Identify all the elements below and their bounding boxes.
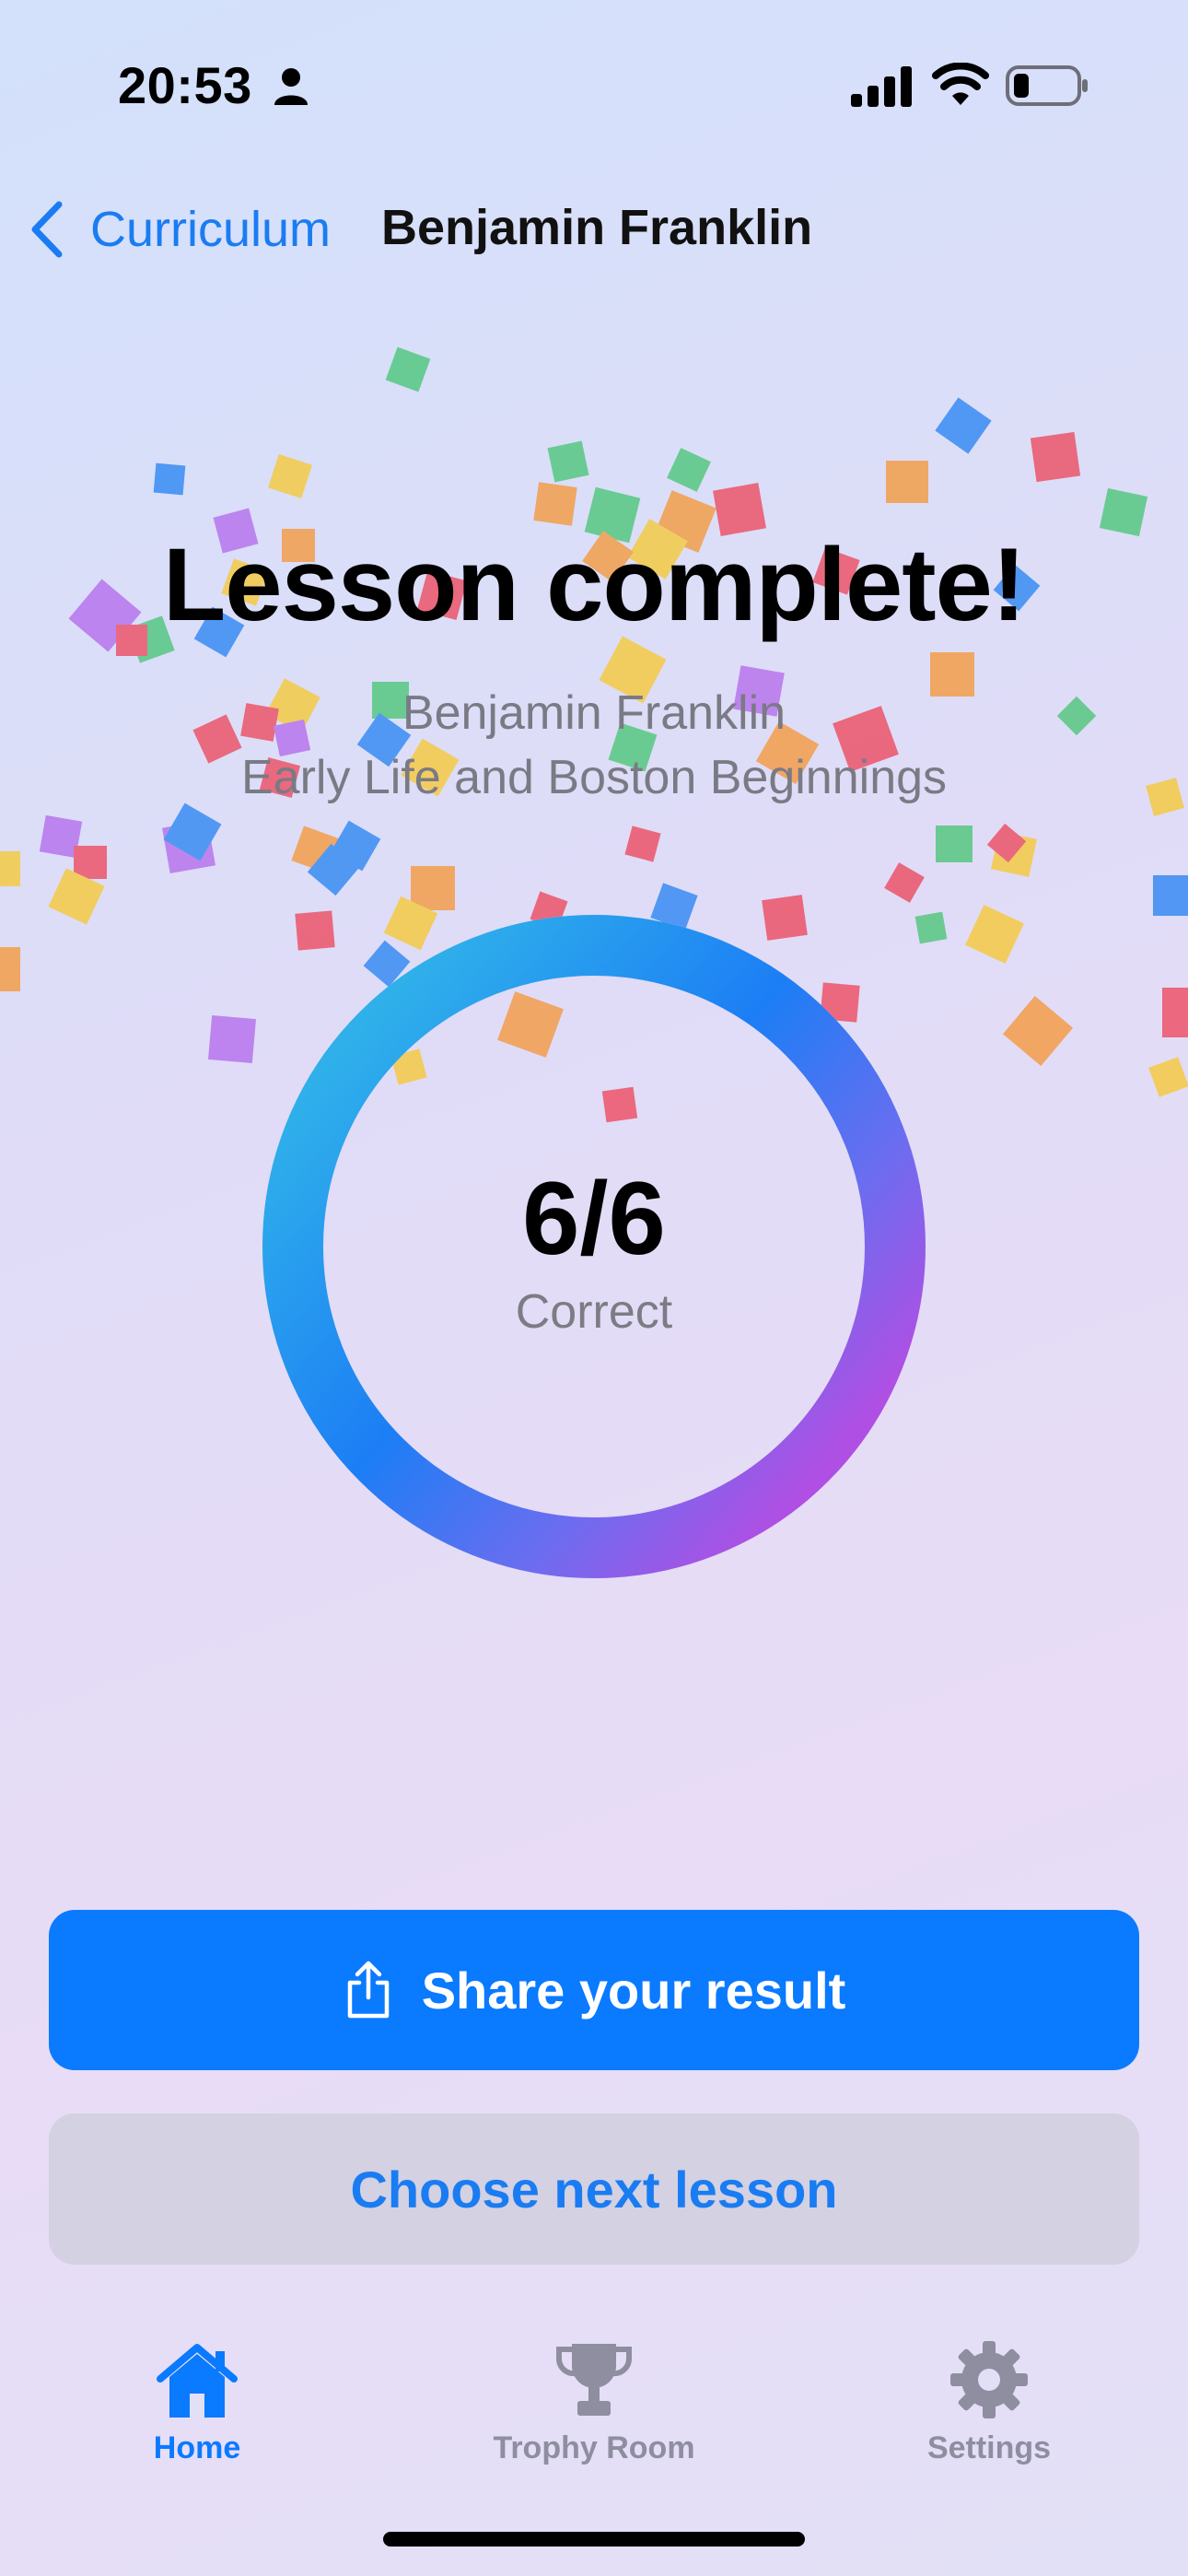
next-lesson-label: Choose next lesson (350, 2160, 838, 2219)
tab-home[interactable]: Home (59, 2340, 335, 2478)
tab-trophy-room[interactable]: Trophy Room (456, 2340, 732, 2478)
trophy-icon (555, 2344, 633, 2416)
back-button-label: Curriculum (90, 202, 332, 257)
choose-next-lesson-button[interactable]: Choose next lesson (49, 2113, 1139, 2265)
share-result-button[interactable]: Share your result (49, 1910, 1139, 2070)
house-icon (157, 2344, 238, 2418)
lesson-subject: Benjamin Franklin (402, 686, 786, 740)
wifi-icon (932, 63, 989, 105)
score-value: 6/6 (522, 1161, 666, 1276)
tab-trophy-label: Trophy Room (493, 2430, 695, 2465)
cellular-signal-icon (851, 66, 912, 107)
home-indicator (383, 2532, 805, 2547)
lesson-complete-heading: Lesson complete! (162, 527, 1026, 642)
nav-title: Benjamin Franklin (381, 200, 813, 255)
tab-settings-label: Settings (926, 2430, 1052, 2465)
share-icon (347, 1961, 389, 2019)
score-label: Correct (515, 1285, 673, 1339)
back-button[interactable]: Curriculum (26, 197, 331, 262)
tab-home-label: Home (153, 2430, 241, 2465)
chevron-left-icon (31, 201, 63, 258)
share-button-label: Share your result (421, 1961, 846, 2020)
tab-settings[interactable]: Settings (851, 2340, 1127, 2478)
person-icon (274, 68, 308, 105)
gear-icon (950, 2341, 1028, 2418)
lesson-chapter: Early Life and Boston Beginnings (240, 751, 948, 804)
battery-icon (1006, 65, 1088, 106)
status-time: 20:53 (118, 56, 252, 114)
